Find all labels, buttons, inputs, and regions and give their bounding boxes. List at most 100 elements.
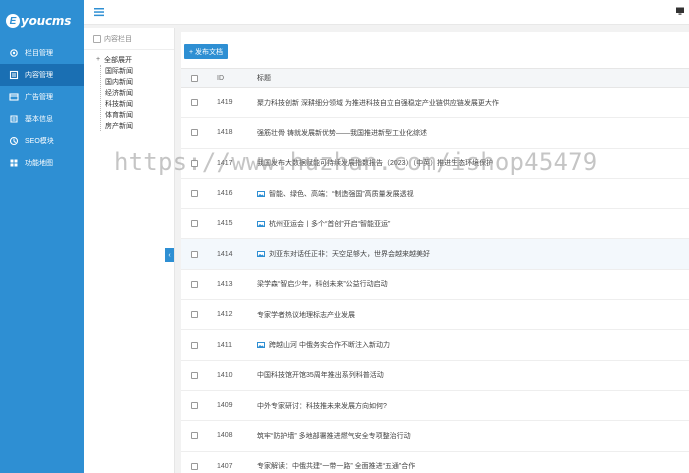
sidebar-item-label: SEO模块 xyxy=(25,138,54,145)
row-title-text: 杭州亚运会丨多个“首创”开启“智能亚运” xyxy=(269,220,391,228)
sidebar-item-column-management[interactable]: 栏目管理 xyxy=(0,42,84,64)
sidebar-item-seo-module[interactable]: SEO模块 xyxy=(0,130,84,152)
row-checkbox[interactable] xyxy=(191,311,198,319)
category-tree-title: 内容栏目 xyxy=(104,35,132,43)
row-title-text: 中国科技馆开馆35周年推出系列科普活动 xyxy=(257,372,384,380)
row-title-text: 专家学者热议地理标志产业发展 xyxy=(257,311,355,319)
category-tree-header: 内容栏目 xyxy=(84,28,174,50)
row-title-text: 中外专家研讨：科技推未来发展方向如何? xyxy=(257,402,387,410)
row-id: 1409 xyxy=(217,402,233,410)
select-all-checkbox[interactable] xyxy=(191,74,198,82)
tree-node-economy[interactable]: 经济新闻 xyxy=(105,87,174,98)
row-id: 1408 xyxy=(217,432,233,440)
collapse-panel-button[interactable]: ‹ xyxy=(165,248,174,262)
info-icon xyxy=(9,114,19,124)
sidebar: E youcms 栏目管理 内容管理 广告管理 基本信息 SEO模块 功能地图 xyxy=(0,0,84,473)
row-id: 1419 xyxy=(217,99,233,107)
folder-icon xyxy=(93,34,101,43)
sidebar-item-label: 广告管理 xyxy=(25,94,53,101)
row-title-link[interactable]: 专家解读：中俄共建“一带一路” 全面推进“五通”合作 xyxy=(257,461,689,471)
sidebar-item-label: 功能地图 xyxy=(25,160,53,167)
row-title-text: 智能、绿色、高端：“制造强国”高质量发展透视 xyxy=(269,190,414,198)
row-checkbox[interactable] xyxy=(191,99,198,107)
row-title-link[interactable]: 智能、绿色、高端：“制造强国”高质量发展透视 xyxy=(257,189,689,199)
row-title-link[interactable]: 杭州亚运会丨多个“首创”开启“智能亚运” xyxy=(257,219,689,229)
row-title-link[interactable]: 我国发布大数据赋能可持续发展指数报告（2023）（中英）推进生态环境保护 xyxy=(257,158,689,168)
table-row[interactable]: 1412 专家学者热议地理标志产业发展 xyxy=(181,300,689,331)
tree-node-sports[interactable]: 体育新闻 xyxy=(105,109,174,120)
row-checkbox[interactable] xyxy=(191,129,198,137)
row-id: 1417 xyxy=(217,159,233,167)
tree-children: 国际新闻 国内新闻 经济新闻 科技新闻 体育新闻 房产新闻 xyxy=(100,65,174,131)
sidebar-item-label: 栏目管理 xyxy=(25,50,53,57)
table-row[interactable]: 1415 杭州亚运会丨多个“首创”开启“智能亚运” xyxy=(181,209,689,240)
category-tree: + 全部展开 国际新闻 国内新闻 经济新闻 科技新闻 体育新闻 房产新闻 xyxy=(84,50,174,131)
column-header-id: ID xyxy=(217,74,224,82)
table-header: ID 标题 xyxy=(181,68,689,88)
row-checkbox[interactable] xyxy=(191,190,198,198)
row-title-link[interactable]: 聚力科技创新 深耕细分领域 为推进科技自立自强稳定产业链供应链发展更大作 xyxy=(257,98,689,108)
row-id: 1414 xyxy=(217,250,233,258)
row-title-link[interactable]: 跨越山河 中俄务实合作不断注入新动力 xyxy=(257,340,689,350)
row-checkbox[interactable] xyxy=(191,462,198,470)
row-id: 1410 xyxy=(217,371,233,379)
row-title-link[interactable]: 中国科技馆开馆35周年推出系列科普活动 xyxy=(257,370,689,380)
row-title-text: 强筋壮骨 铸就发展新优势——我国推进新型工业化综述 xyxy=(257,129,427,137)
tree-node-technology[interactable]: 科技新闻 xyxy=(105,98,174,109)
table-row[interactable]: 1408 筑牢“防护墙” 多地部署推进燃气安全专项整治行动 xyxy=(181,421,689,452)
image-icon xyxy=(257,251,265,258)
settings-gear-icon xyxy=(9,48,19,58)
publish-document-button[interactable]: + 发布文档 xyxy=(184,44,229,59)
row-checkbox[interactable] xyxy=(191,432,198,440)
row-id: 1412 xyxy=(217,311,233,319)
row-checkbox[interactable] xyxy=(191,280,198,288)
menu-toggle-icon[interactable] xyxy=(93,6,105,18)
tree-node-label: 全部展开 xyxy=(104,56,132,64)
table-row[interactable]: 1418 强筋壮骨 铸就发展新优势——我国推进新型工业化综述 xyxy=(181,118,689,149)
row-title-link[interactable]: 专家学者热议地理标志产业发展 xyxy=(257,310,689,320)
category-tree-panel: 内容栏目 + 全部展开 国际新闻 国内新闻 经济新闻 科技新闻 体育新闻 房产新… xyxy=(84,28,175,473)
expand-icon: + xyxy=(96,56,101,63)
row-checkbox[interactable] xyxy=(191,250,198,258)
logo-badge: E xyxy=(6,14,20,28)
image-icon xyxy=(257,220,265,227)
row-title-link[interactable]: 筑牢“防护墙” 多地部署推进燃气安全专项整治行动 xyxy=(257,431,689,441)
row-title-text: 专家解读：中俄共建“一带一路” 全面推进“五通”合作 xyxy=(257,463,416,471)
sidebar-item-feature-map[interactable]: 功能地图 xyxy=(0,152,84,174)
row-checkbox[interactable] xyxy=(191,341,198,349)
row-checkbox[interactable] xyxy=(191,402,198,410)
row-id: 1413 xyxy=(217,280,233,288)
row-title-link[interactable]: 强筋壮骨 铸就发展新优势——我国推进新型工业化综述 xyxy=(257,128,689,138)
sidebar-item-ad-management[interactable]: 广告管理 xyxy=(0,86,84,108)
row-checkbox[interactable] xyxy=(191,371,198,379)
tree-expand-all[interactable]: + 全部展开 xyxy=(96,54,174,65)
row-title-link[interactable]: 梁学森“智启少年，科创未来”公益行动启动 xyxy=(257,279,689,289)
table-row[interactable]: 1411 跨越山河 中俄务实合作不断注入新动力 xyxy=(181,330,689,361)
table-row[interactable]: 1409 中外专家研讨：科技推未来发展方向如何? xyxy=(181,391,689,422)
image-icon xyxy=(257,342,265,349)
row-checkbox[interactable] xyxy=(191,159,198,167)
table-row[interactable]: 1410 中国科技馆开馆35周年推出系列科普活动 xyxy=(181,361,689,391)
sidebar-item-basic-info[interactable]: 基本信息 xyxy=(0,108,84,130)
row-id: 1418 xyxy=(217,129,233,137)
row-checkbox[interactable] xyxy=(191,220,198,228)
sidebar-item-label: 内容管理 xyxy=(25,72,53,79)
map-icon xyxy=(9,158,19,168)
row-id: 1407 xyxy=(217,462,233,470)
table-row[interactable]: 1413 梁学森“智启少年，科创未来”公益行动启动 xyxy=(181,270,689,301)
monitor-icon[interactable] xyxy=(675,6,685,16)
row-title-text: 刘亚东对话任正非：天空足够大，世界会越来越美好 xyxy=(269,251,430,259)
table-row[interactable]: 1407 专家解读：中俄共建“一带一路” 全面推进“五通”合作 xyxy=(181,452,689,473)
table-row[interactable]: 1416 智能、绿色、高端：“制造强国”高质量发展透视 xyxy=(181,179,689,210)
table-row[interactable]: 1417 我国发布大数据赋能可持续发展指数报告（2023）（中英）推进生态环境保护 xyxy=(181,149,689,179)
tree-node-realestate[interactable]: 房产新闻 xyxy=(105,120,174,131)
row-title-text: 跨越山河 中俄务实合作不断注入新动力 xyxy=(269,342,390,350)
tree-node-domestic[interactable]: 国内新闻 xyxy=(105,76,174,87)
table-row[interactable]: 1419 聚力科技创新 深耕细分领域 为推进科技自立自强稳定产业链供应链发展更大作 xyxy=(181,88,689,119)
table-row[interactable]: 1414 刘亚东对话任正非：天空足够大，世界会越来越美好 xyxy=(181,239,689,270)
sidebar-item-content-management[interactable]: 内容管理 xyxy=(0,64,84,86)
row-id: 1415 xyxy=(217,220,233,228)
row-title-link[interactable]: 中外专家研讨：科技推未来发展方向如何? xyxy=(257,401,689,411)
tree-node-international[interactable]: 国际新闻 xyxy=(105,65,174,76)
row-title-link[interactable]: 刘亚东对话任正非：天空足够大，世界会越来越美好 xyxy=(257,249,689,259)
